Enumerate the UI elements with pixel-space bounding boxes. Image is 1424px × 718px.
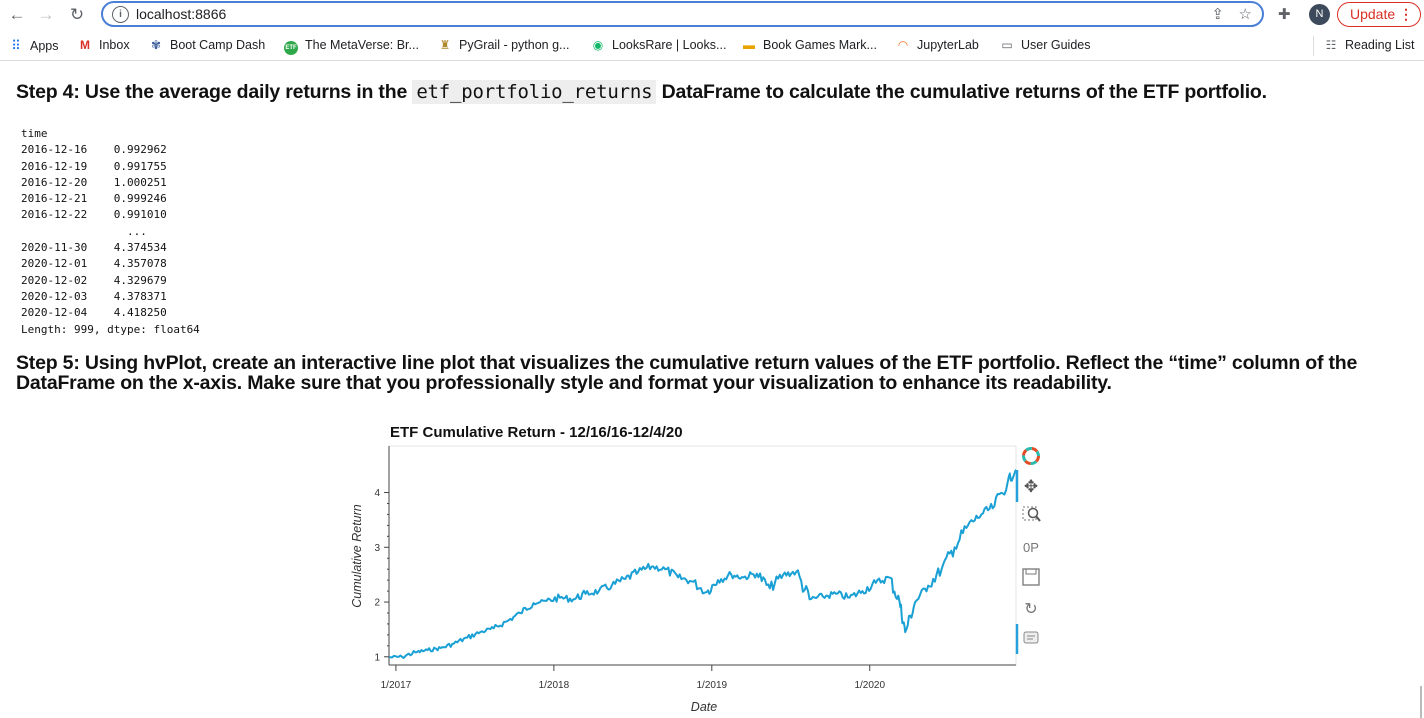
y-axis-label: Cumulative Return	[350, 504, 364, 608]
plot-frame	[388, 445, 1017, 666]
step5-line1: Step 5: Using hvPlot, create an interact…	[16, 352, 1358, 374]
site-info-icon[interactable]: i	[112, 6, 129, 23]
bookmark-jupyterlab[interactable]: ◠ JupyterLab	[895, 38, 979, 52]
bookmark-label: JupyterLab	[917, 38, 979, 52]
bookmark-label: LooksRare | Looks...	[612, 38, 727, 52]
back-icon[interactable]: ←	[6, 4, 28, 26]
apps-grid-icon: ⠿	[11, 38, 21, 53]
y-axis-ticks: 1 2 3 4	[374, 488, 389, 663]
bookmark-looksrare[interactable]: ◉ LooksRare | Looks...	[590, 38, 727, 52]
reload-icon[interactable]: ↻	[66, 4, 88, 26]
url-text[interactable]: localhost:8866	[136, 6, 226, 22]
bookmark-label: Book Games Mark...	[763, 38, 877, 52]
update-button[interactable]: Update ⋮	[1337, 2, 1421, 27]
profile-avatar[interactable]: N	[1309, 4, 1330, 25]
step4-code: etf_portfolio_returns	[412, 80, 657, 104]
wheel-zoom-icon[interactable]: 0P	[1023, 540, 1039, 555]
address-bar[interactable]: i localhost:8866 ⇪ ☆	[101, 1, 1264, 27]
bookmark-label: Inbox	[99, 38, 130, 52]
x-axis-ticks: 1/2017 1/2018 1/2019 1/2020	[381, 665, 885, 691]
extensions-icon[interactable]: ✚	[1278, 5, 1291, 23]
x-tick-label: 1/2018	[539, 680, 570, 691]
reading-list-icon: ☷	[1325, 38, 1337, 52]
etf-icon: ETF	[283, 38, 299, 55]
grail-icon: ♜	[439, 38, 451, 52]
bookmark-boot-camp[interactable]: ✾ Boot Camp Dash	[148, 38, 265, 52]
box-zoom-icon[interactable]	[1022, 506, 1041, 522]
eye-icon: ◉	[592, 38, 604, 52]
bokeh-logo-icon[interactable]	[1022, 447, 1040, 465]
bookmark-inbox[interactable]: M Inbox	[77, 38, 130, 52]
share-icon[interactable]: ⇪	[1211, 5, 1224, 23]
step4-heading: Step 4: Use the average daily returns in…	[16, 80, 1267, 104]
bookmarks-bar: ⠿ Apps M Inbox ✾ Boot Camp Dash ETF The Meta…	[0, 32, 1424, 61]
reading-list[interactable]: ☷ Reading List	[1323, 38, 1415, 52]
bookmark-metaverse[interactable]: ETF The MetaVerse: Br...	[283, 38, 419, 55]
gmail-icon: M	[80, 38, 90, 52]
jupyter-icon: ◠	[897, 38, 909, 52]
folder-icon: ▭	[1001, 38, 1013, 52]
bookmark-label: Apps	[30, 39, 59, 53]
x-tick-label: 1/2017	[381, 680, 412, 691]
bookmark-label: User Guides	[1021, 38, 1091, 52]
bookmarks-divider	[1313, 36, 1314, 56]
book-games-icon: ▬	[743, 38, 755, 52]
page-scrollbar[interactable]	[1420, 686, 1422, 718]
step4-prefix: Step 4: Use the average daily returns in…	[16, 81, 408, 103]
y-tick-label: 2	[374, 598, 380, 609]
chart-title: ETF Cumulative Return - 12/16/16-12/4/20	[390, 424, 683, 441]
bookmark-label: Boot Camp Dash	[170, 38, 266, 52]
save-icon[interactable]	[1022, 568, 1040, 586]
series-line[interactable]	[388, 469, 1017, 659]
step4-suffix: DataFrame to calculate the cumulative re…	[661, 81, 1267, 103]
bookmark-label: Reading List	[1345, 38, 1415, 52]
y-tick-label: 1	[374, 652, 380, 663]
bookmark-label: The MetaVerse: Br...	[305, 38, 419, 52]
bookmark-book-games[interactable]: ▬ Book Games Mark...	[741, 38, 877, 52]
update-label: Update	[1350, 6, 1396, 22]
step5-heading: Step 5: Using hvPlot, create an interact…	[16, 353, 1357, 393]
hover-icon[interactable]	[1023, 631, 1039, 644]
y-tick-label: 3	[374, 543, 380, 554]
bookmark-user-guides[interactable]: ▭ User Guides	[999, 38, 1090, 52]
x-tick-label: 1/2019	[697, 680, 728, 691]
bootcamp-icon: ✾	[150, 38, 162, 52]
bookmark-label: PyGrail - python g...	[459, 38, 570, 52]
menu-dots-icon: ⋮	[1399, 6, 1413, 22]
pan-icon[interactable]: ✥	[1024, 477, 1038, 496]
bookmark-star-icon[interactable]: ☆	[1239, 5, 1252, 23]
browser-toolbar: ← → ↻ i localhost:8866 ⇪ ☆ ✚ N Update ⋮	[0, 0, 1424, 30]
x-axis-label: Date	[691, 700, 717, 714]
step5-line2: DataFrame on the x-axis. Make sure that …	[16, 372, 1112, 394]
y-tick-label: 4	[374, 488, 380, 499]
reset-icon[interactable]: ↻	[1024, 601, 1037, 618]
forward-icon[interactable]: →	[35, 4, 57, 26]
x-tick-label: 1/2020	[854, 680, 885, 691]
bookmark-pygrail[interactable]: ♜ PyGrail - python g...	[437, 38, 570, 52]
bookmark-apps[interactable]: ⠿ Apps	[8, 38, 59, 54]
cumulative-returns-output: time 2016-12-16 0.992962 2016-12-19 0.99…	[21, 127, 200, 336]
chart-toolbar: ✥ 0P ↻	[1015, 447, 1041, 654]
